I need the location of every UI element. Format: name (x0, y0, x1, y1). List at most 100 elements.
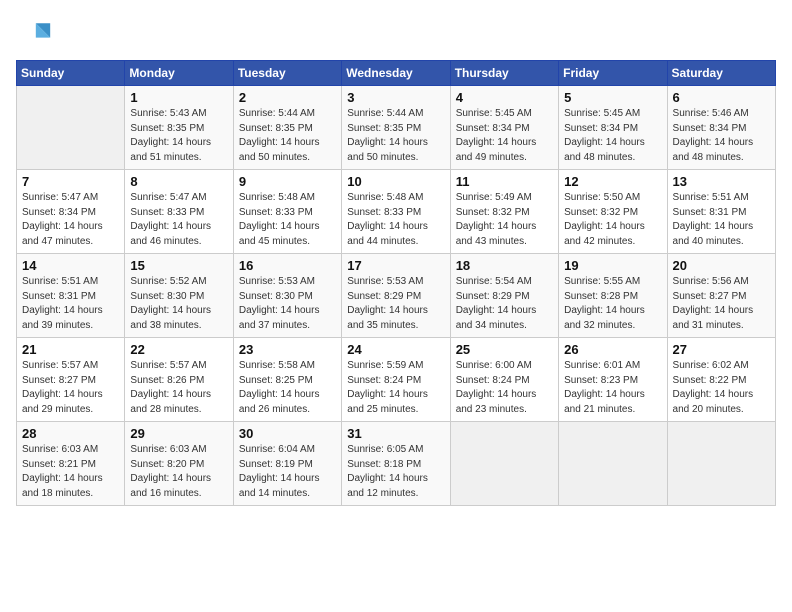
calendar-cell: 7 Sunrise: 5:47 AMSunset: 8:34 PMDaylight… (17, 170, 125, 254)
calendar-cell: 12Sunrise: 5:50 AMSunset: 8:32 PMDayligh… (559, 170, 667, 254)
day-number: 27 (673, 342, 770, 357)
calendar-cell: 2 Sunrise: 5:44 AMSunset: 8:35 PMDaylight… (233, 86, 341, 170)
day-number: 14 (22, 258, 119, 273)
day-header-wednesday: Wednesday (342, 61, 450, 86)
calendar-cell: 3 Sunrise: 5:44 AMSunset: 8:35 PMDaylight… (342, 86, 450, 170)
day-number: 1 (130, 90, 227, 105)
day-header-monday: Monday (125, 61, 233, 86)
day-number: 17 (347, 258, 444, 273)
day-number: 8 (130, 174, 227, 189)
day-info: Sunrise: 5:48 AMSunset: 8:33 PMDaylight:… (347, 191, 444, 249)
day-info: Sunrise: 5:44 AMSunset: 8:35 PMDaylight:… (347, 107, 444, 165)
day-info: Sunrise: 5:47 AMSunset: 8:34 PMDaylight:… (22, 191, 119, 249)
day-info: Sunrise: 5:45 AMSunset: 8:34 PMDaylight:… (564, 107, 661, 165)
day-info: Sunrise: 6:03 AMSunset: 8:20 PMDaylight:… (130, 443, 227, 501)
day-number: 7 (22, 174, 119, 189)
day-info: Sunrise: 5:43 AMSunset: 8:35 PMDaylight:… (130, 107, 227, 165)
calendar-cell: 6 Sunrise: 5:46 AMSunset: 8:34 PMDaylight… (667, 86, 775, 170)
day-number: 15 (130, 258, 227, 273)
day-number: 26 (564, 342, 661, 357)
calendar-cell: 9 Sunrise: 5:48 AMSunset: 8:33 PMDaylight… (233, 170, 341, 254)
day-number: 3 (347, 90, 444, 105)
day-number: 6 (673, 90, 770, 105)
day-info: Sunrise: 5:58 AMSunset: 8:25 PMDaylight:… (239, 359, 336, 417)
day-info: Sunrise: 5:59 AMSunset: 8:24 PMDaylight:… (347, 359, 444, 417)
calendar-cell: 5 Sunrise: 5:45 AMSunset: 8:34 PMDaylight… (559, 86, 667, 170)
day-info: Sunrise: 5:52 AMSunset: 8:30 PMDaylight:… (130, 275, 227, 333)
day-info: Sunrise: 5:47 AMSunset: 8:33 PMDaylight:… (130, 191, 227, 249)
day-number: 25 (456, 342, 553, 357)
calendar-cell: 1 Sunrise: 5:43 AMSunset: 8:35 PMDaylight… (125, 86, 233, 170)
calendar-table: SundayMondayTuesdayWednesdayThursdayFrid… (16, 60, 776, 506)
week-row-2: 7 Sunrise: 5:47 AMSunset: 8:34 PMDaylight… (17, 170, 776, 254)
calendar-cell: 13Sunrise: 5:51 AMSunset: 8:31 PMDayligh… (667, 170, 775, 254)
week-row-1: 1 Sunrise: 5:43 AMSunset: 8:35 PMDaylight… (17, 86, 776, 170)
day-number: 20 (673, 258, 770, 273)
logo (16, 16, 56, 52)
day-info: Sunrise: 5:50 AMSunset: 8:32 PMDaylight:… (564, 191, 661, 249)
calendar-cell (667, 422, 775, 506)
week-row-4: 21Sunrise: 5:57 AMSunset: 8:27 PMDayligh… (17, 338, 776, 422)
week-row-5: 28 Sunrise: 6:03 AMSunset: 8:21 PMDayligh… (17, 422, 776, 506)
calendar-cell: 26 Sunrise: 6:01 AMSunset: 8:23 PMDayligh… (559, 338, 667, 422)
calendar-cell: 15 Sunrise: 5:52 AMSunset: 8:30 PMDayligh… (125, 254, 233, 338)
day-number: 23 (239, 342, 336, 357)
day-info: Sunrise: 6:03 AMSunset: 8:21 PMDaylight:… (22, 443, 119, 501)
day-number: 28 (22, 426, 119, 441)
day-info: Sunrise: 5:57 AMSunset: 8:26 PMDaylight:… (130, 359, 227, 417)
calendar-cell: 25 Sunrise: 6:00 AMSunset: 8:24 PMDayligh… (450, 338, 558, 422)
day-number: 22 (130, 342, 227, 357)
day-info: Sunrise: 5:53 AMSunset: 8:30 PMDaylight:… (239, 275, 336, 333)
page-header (16, 16, 776, 52)
calendar-cell: 27 Sunrise: 6:02 AMSunset: 8:22 PMDayligh… (667, 338, 775, 422)
day-number: 24 (347, 342, 444, 357)
days-header-row: SundayMondayTuesdayWednesdayThursdayFrid… (17, 61, 776, 86)
calendar-cell: 14Sunrise: 5:51 AMSunset: 8:31 PMDayligh… (17, 254, 125, 338)
day-info: Sunrise: 5:53 AMSunset: 8:29 PMDaylight:… (347, 275, 444, 333)
day-header-sunday: Sunday (17, 61, 125, 86)
calendar-cell: 11 Sunrise: 5:49 AMSunset: 8:32 PMDayligh… (450, 170, 558, 254)
calendar-cell: 31Sunrise: 6:05 AMSunset: 8:18 PMDayligh… (342, 422, 450, 506)
calendar-cell: 19Sunrise: 5:55 AMSunset: 8:28 PMDayligh… (559, 254, 667, 338)
calendar-cell: 22 Sunrise: 5:57 AMSunset: 8:26 PMDayligh… (125, 338, 233, 422)
calendar-cell: 29Sunrise: 6:03 AMSunset: 8:20 PMDayligh… (125, 422, 233, 506)
calendar-cell (17, 86, 125, 170)
day-number: 21 (22, 342, 119, 357)
day-number: 16 (239, 258, 336, 273)
day-number: 5 (564, 90, 661, 105)
calendar-cell: 17 Sunrise: 5:53 AMSunset: 8:29 PMDayligh… (342, 254, 450, 338)
calendar-cell: 16 Sunrise: 5:53 AMSunset: 8:30 PMDayligh… (233, 254, 341, 338)
day-number: 2 (239, 90, 336, 105)
day-header-thursday: Thursday (450, 61, 558, 86)
calendar-cell: 23 Sunrise: 5:58 AMSunset: 8:25 PMDayligh… (233, 338, 341, 422)
calendar-cell: 8 Sunrise: 5:47 AMSunset: 8:33 PMDaylight… (125, 170, 233, 254)
calendar-cell: 4Sunrise: 5:45 AMSunset: 8:34 PMDaylight… (450, 86, 558, 170)
day-number: 10 (347, 174, 444, 189)
calendar-cell: 24 Sunrise: 5:59 AMSunset: 8:24 PMDayligh… (342, 338, 450, 422)
day-number: 9 (239, 174, 336, 189)
calendar-cell: 30Sunrise: 6:04 AMSunset: 8:19 PMDayligh… (233, 422, 341, 506)
calendar-cell: 10 Sunrise: 5:48 AMSunset: 8:33 PMDayligh… (342, 170, 450, 254)
day-header-friday: Friday (559, 61, 667, 86)
day-info: Sunrise: 6:00 AMSunset: 8:24 PMDaylight:… (456, 359, 553, 417)
day-info: Sunrise: 6:01 AMSunset: 8:23 PMDaylight:… (564, 359, 661, 417)
day-info: Sunrise: 5:44 AMSunset: 8:35 PMDaylight:… (239, 107, 336, 165)
day-info: Sunrise: 6:04 AMSunset: 8:19 PMDaylight:… (239, 443, 336, 501)
calendar-cell (450, 422, 558, 506)
day-header-saturday: Saturday (667, 61, 775, 86)
calendar-cell (559, 422, 667, 506)
day-info: Sunrise: 5:55 AMSunset: 8:28 PMDaylight:… (564, 275, 661, 333)
day-header-tuesday: Tuesday (233, 61, 341, 86)
week-row-3: 14Sunrise: 5:51 AMSunset: 8:31 PMDayligh… (17, 254, 776, 338)
day-info: Sunrise: 5:46 AMSunset: 8:34 PMDaylight:… (673, 107, 770, 165)
calendar-cell: 21Sunrise: 5:57 AMSunset: 8:27 PMDayligh… (17, 338, 125, 422)
day-number: 4 (456, 90, 553, 105)
calendar-cell: 20 Sunrise: 5:56 AMSunset: 8:27 PMDayligh… (667, 254, 775, 338)
day-info: Sunrise: 5:48 AMSunset: 8:33 PMDaylight:… (239, 191, 336, 249)
day-info: Sunrise: 5:56 AMSunset: 8:27 PMDaylight:… (673, 275, 770, 333)
day-info: Sunrise: 5:49 AMSunset: 8:32 PMDaylight:… (456, 191, 553, 249)
day-number: 31 (347, 426, 444, 441)
calendar-cell: 28 Sunrise: 6:03 AMSunset: 8:21 PMDayligh… (17, 422, 125, 506)
day-info: Sunrise: 6:02 AMSunset: 8:22 PMDaylight:… (673, 359, 770, 417)
day-number: 11 (456, 174, 553, 189)
